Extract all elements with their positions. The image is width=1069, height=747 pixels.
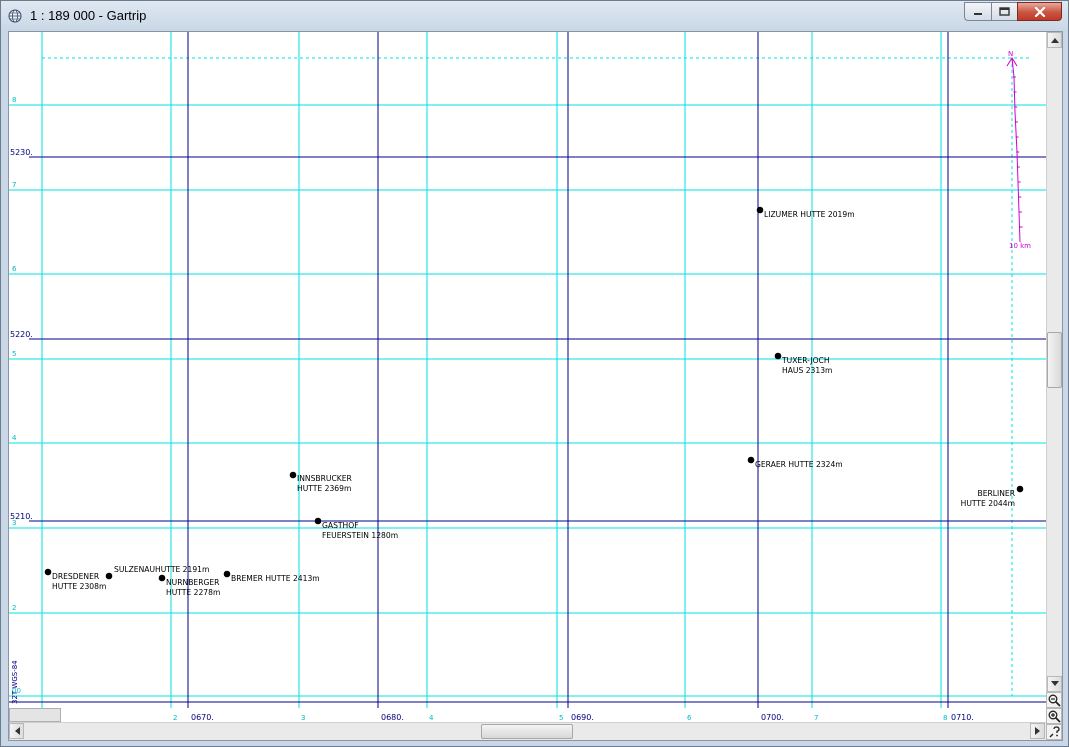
help-button[interactable]	[1046, 724, 1062, 740]
map-canvas[interactable]: 0670. 0680. 0690. 0700. 0710. 2 3 4 5 6 7 8 5230. 522…	[9, 32, 1046, 722]
zoom-out-button[interactable]	[1046, 692, 1062, 708]
arrow-left-icon	[14, 727, 20, 735]
easting-label-major: 0700.	[761, 713, 784, 722]
waypoint-innsbrucker[interactable]: INNSBRUCKERHUTTE 2369m	[289, 471, 353, 493]
zoom-out-icon	[1048, 694, 1061, 707]
waypoint-label: HAUS 2313m	[782, 366, 832, 375]
waypoint-marker[interactable]	[223, 570, 231, 578]
scroll-up-button[interactable]	[1047, 32, 1062, 48]
waypoint-marker[interactable]	[756, 206, 764, 214]
globe-icon	[8, 9, 22, 23]
waypoint-marker[interactable]	[1016, 485, 1024, 493]
easting-label-minor: 3	[301, 714, 305, 722]
easting-label-minor: 6	[687, 714, 692, 722]
scroll-down-button[interactable]	[1047, 676, 1062, 692]
maximize-icon	[999, 7, 1010, 16]
arrow-up-icon	[1050, 38, 1059, 43]
waypoint-label: TUXER-JOCH	[781, 356, 830, 365]
easting-label-minor: 8	[943, 714, 947, 722]
waypoint-marker[interactable]	[314, 517, 322, 525]
northing-label-minor: 7	[12, 181, 16, 189]
zoom-in-button[interactable]	[1046, 708, 1062, 724]
close-icon	[1034, 6, 1045, 17]
waypoint-label: SULZENAUHUTTE 2191m	[114, 565, 209, 574]
close-button[interactable]	[1017, 2, 1062, 21]
easting-label-minor: 5	[559, 714, 563, 722]
waypoint-label: HUTTE 2278m	[166, 588, 220, 597]
waypoint-label: FEUERSTEIN 1280m	[322, 531, 398, 540]
waypoint-label: GERAER HUTTE 2324m	[755, 460, 843, 469]
waypoint-marker[interactable]	[105, 572, 113, 580]
northing-label-minor: 3	[12, 519, 16, 527]
scale-label: 10 km	[1009, 242, 1031, 250]
app-window: 1 : 189 000 - Gartrip 0670. 0680. 0690. 070…	[0, 0, 1069, 747]
waypoint-label: HUTTE 2369m	[297, 484, 351, 493]
window-title: 1 : 189 000 - Gartrip	[30, 8, 147, 23]
waypoint-label: BERLINER	[977, 489, 1015, 498]
minimize-icon	[974, 12, 982, 15]
status-indicator	[9, 708, 61, 722]
north-label: N	[1008, 50, 1013, 58]
northing-label-minor: 6	[12, 265, 17, 273]
waypoint-nurnberger[interactable]: NURNBERGERHUTTE 2278m	[158, 574, 221, 597]
zoom-in-icon	[1048, 710, 1061, 723]
vertical-scrollbar[interactable]	[1046, 32, 1062, 692]
waypoint-dresdener[interactable]: DRESDENERHUTTE 2308m	[44, 568, 107, 591]
northing-label-major: 5220.	[10, 330, 33, 339]
northing-label-minor: 4	[12, 434, 17, 442]
help-icon	[1049, 725, 1060, 737]
waypoint-marker[interactable]	[158, 574, 166, 582]
vertical-scroll-thumb[interactable]	[1047, 332, 1062, 388]
waypoint-marker[interactable]	[44, 568, 52, 576]
easting-label-major: 0670.	[191, 713, 214, 722]
arrow-down-icon	[1050, 681, 1059, 686]
easting-label-minor: 2	[173, 714, 177, 722]
northing-label-minor: 8	[12, 96, 16, 104]
window-controls	[964, 2, 1062, 21]
waypoint-marker[interactable]	[774, 352, 782, 360]
waypoint-label: INNSBRUCKER	[297, 474, 353, 483]
title-bar[interactable]: 1 : 189 000 - Gartrip	[1, 1, 1068, 31]
northing-label-minor: 2	[12, 604, 16, 612]
waypoint-label: DRESDENER	[52, 572, 100, 581]
datum-label: 32T WGS-84	[11, 660, 19, 704]
minimize-button[interactable]	[964, 2, 991, 21]
easting-label-major: 0710.	[951, 713, 974, 722]
waypoint-label: LIZUMER HUTTE 2019m	[764, 210, 855, 219]
easting-label-minor: 4	[429, 714, 434, 722]
scroll-right-button[interactable]	[1030, 723, 1045, 739]
northing-label-major: 5230.	[10, 148, 33, 157]
waypoint-label: BREMER HUTTE 2413m	[231, 574, 320, 583]
scroll-left-button[interactable]	[9, 723, 24, 739]
maximize-button[interactable]	[991, 2, 1017, 21]
waypoint-marker[interactable]	[747, 456, 755, 464]
waypoint-label: NURNBERGER	[166, 578, 220, 587]
horizontal-scrollbar[interactable]	[9, 722, 1046, 740]
waypoint-label: HUTTE 2308m	[52, 582, 106, 591]
arrow-right-icon	[1034, 727, 1040, 735]
waypoint-tuxer-joch[interactable]: TUXER-JOCHHAUS 2313m	[774, 352, 833, 375]
map-viewport[interactable]: 0670. 0680. 0690. 0700. 0710. 2 3 4 5 6 7 8 5230. 522…	[8, 31, 1063, 741]
easting-label-major: 0690.	[571, 713, 594, 722]
waypoint-label: GASTHOF	[322, 521, 359, 530]
waypoint-label: HUTTE 2044m	[961, 499, 1015, 508]
northing-label-minor: 5	[12, 350, 16, 358]
waypoint-marker[interactable]	[289, 471, 297, 479]
horizontal-scroll-thumb[interactable]	[481, 724, 573, 739]
easting-label-major: 0680.	[381, 713, 404, 722]
easting-label-minor: 7	[814, 714, 818, 722]
